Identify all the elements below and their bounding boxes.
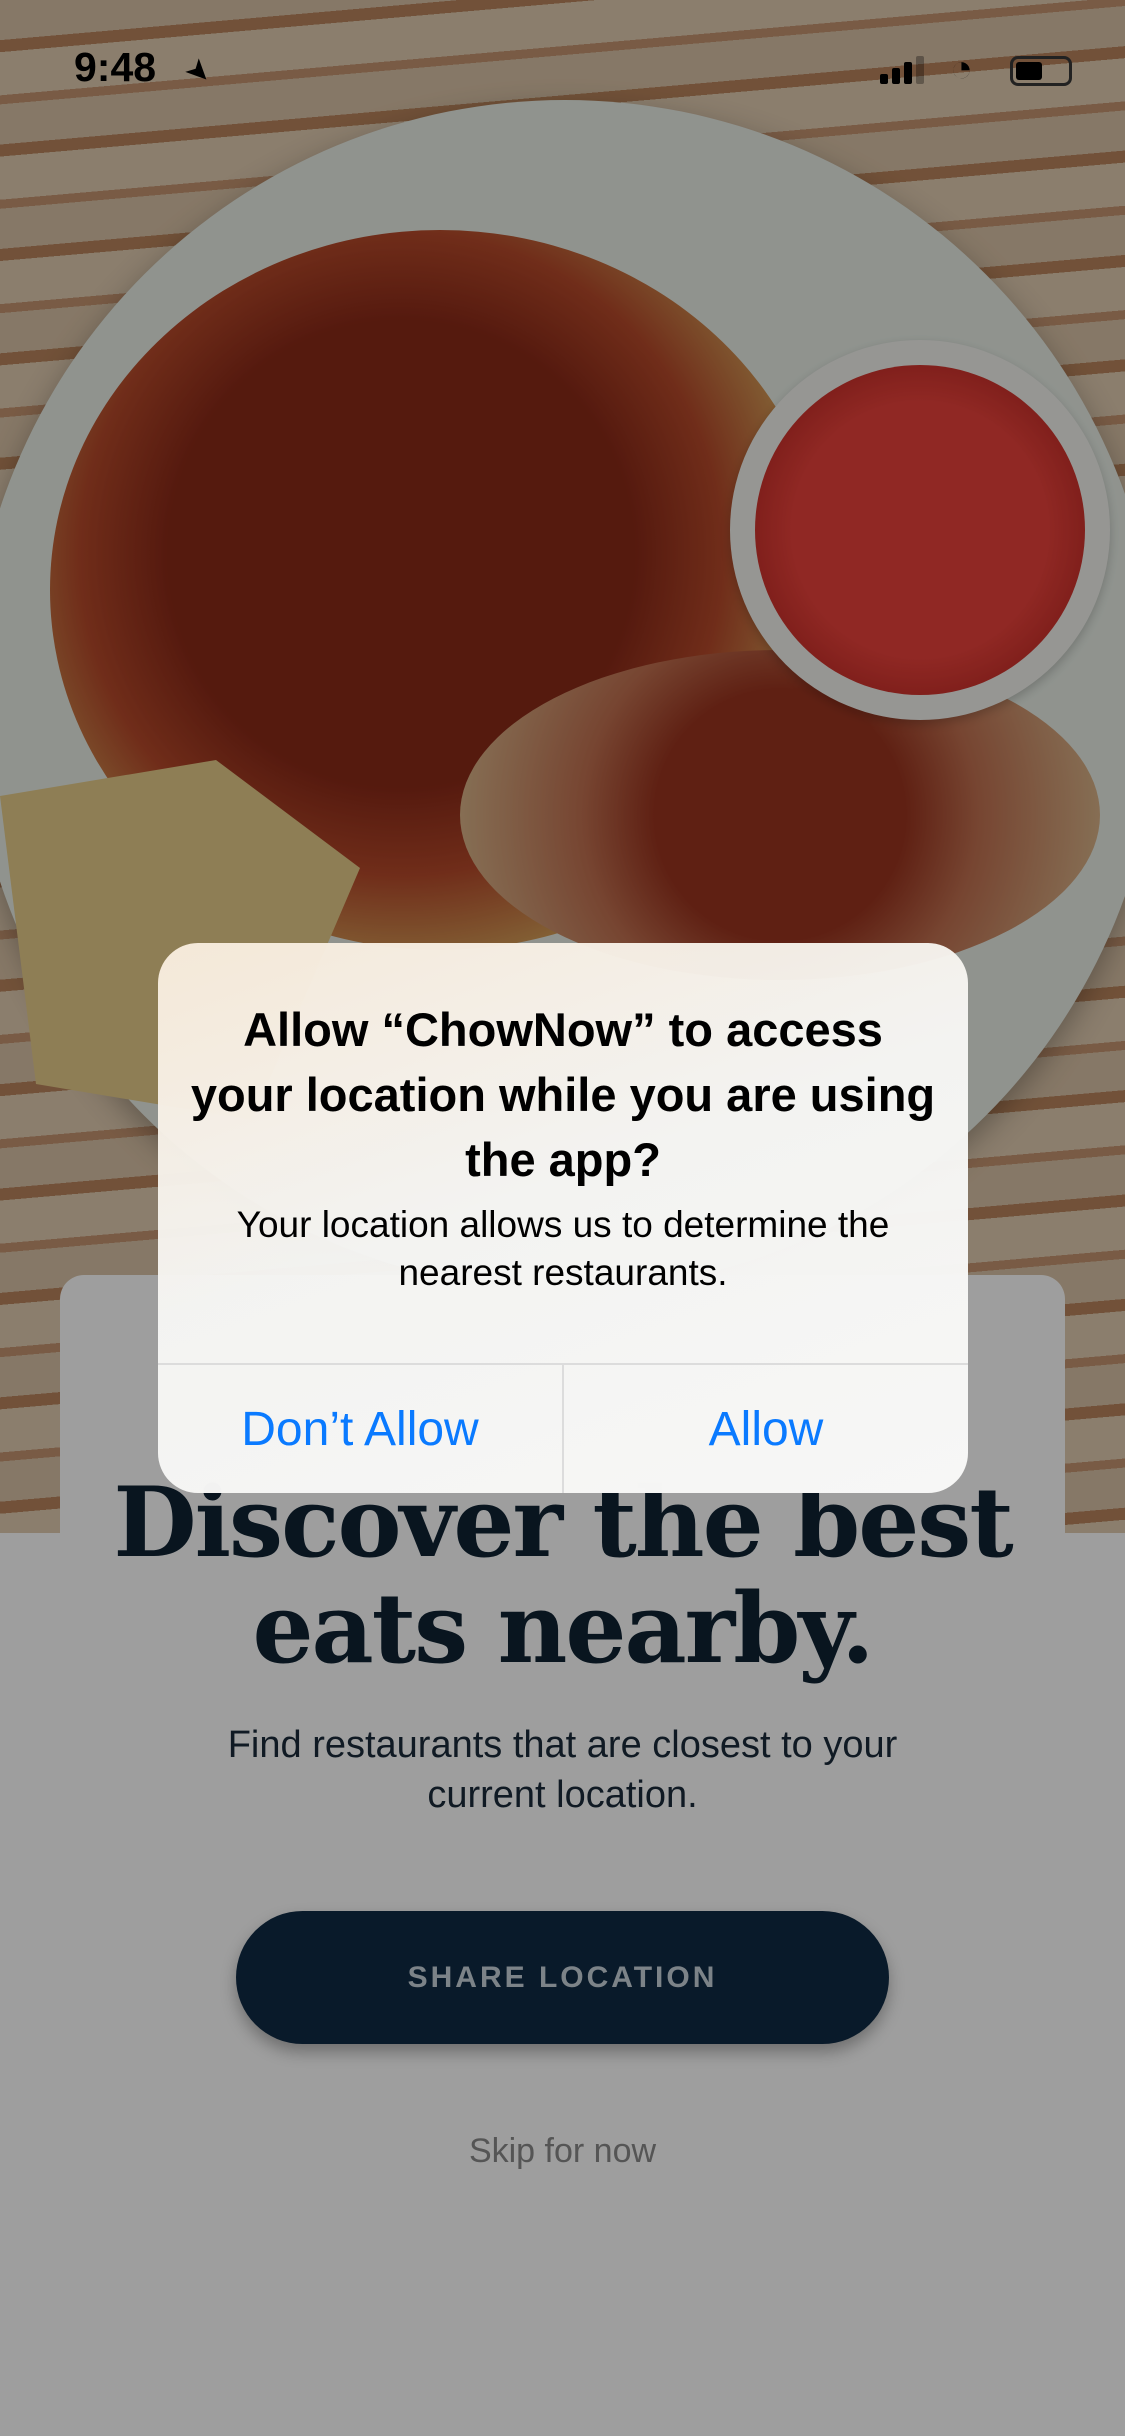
dont-allow-button[interactable]: Don’t Allow [158, 1365, 564, 1493]
location-permission-alert: Allow “ChowNow” to access your location … [158, 943, 968, 1493]
location-arrow-icon: ➤ [178, 50, 220, 93]
wifi-icon: ◔ [950, 48, 973, 90]
status-bar: 9:48 ➤ ◔ [0, 0, 1125, 132]
alert-actions: Don’t Allow Allow [158, 1363, 968, 1493]
alert-title: Allow “ChowNow” to access your location … [190, 1003, 936, 1186]
battery-icon [1010, 56, 1072, 86]
allow-button[interactable]: Allow [564, 1365, 968, 1493]
clock: 9:48 [74, 44, 157, 90]
alert-message: Your location allows us to determine the… [236, 1204, 890, 1293]
cellular-signal-icon [880, 56, 924, 84]
